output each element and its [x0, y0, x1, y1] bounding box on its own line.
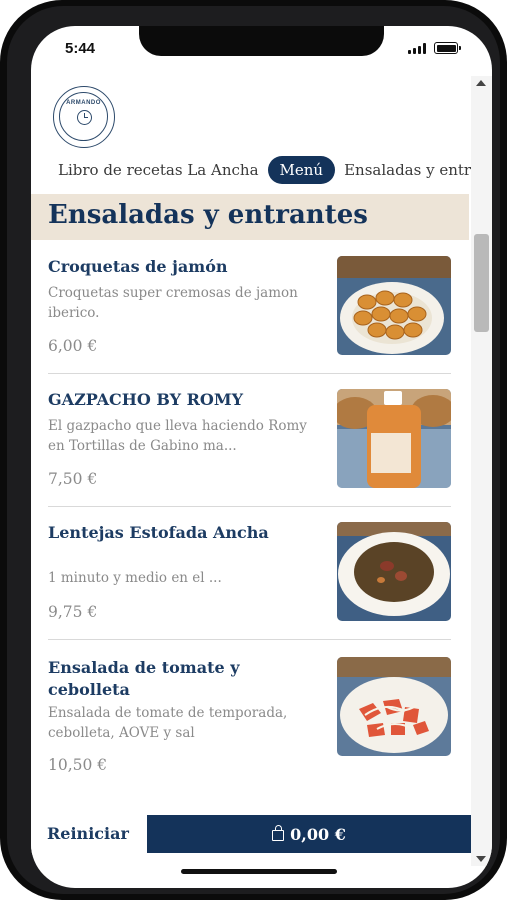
product-description: 1 minuto y medio en el ...	[48, 570, 222, 586]
logo-ring: ARMANDO	[59, 92, 108, 141]
product-item[interactable]: GAZPACHO BY ROMY El gazpacho que lleva h…	[48, 389, 451, 522]
home-indicator	[181, 869, 337, 874]
divider	[48, 506, 451, 507]
divider	[48, 373, 451, 374]
product-name: Croquetas de jamón	[48, 257, 228, 276]
product-price: 6,00 €	[48, 337, 98, 355]
divider	[48, 639, 451, 640]
ensalada-photo[interactable]	[337, 657, 451, 756]
lentejas-photo[interactable]	[337, 522, 451, 621]
product-price: 9,75 €	[48, 603, 98, 621]
product-price: 10,50 €	[48, 756, 108, 774]
product-description: Ensalada de tomate de temporada, cebolle…	[48, 705, 288, 741]
cart-button[interactable]: 0,00 €	[147, 815, 471, 853]
signal-icon	[408, 42, 426, 54]
phone-frame: 5:44 ARMANDO Libro de recetas La Ancha M…	[0, 0, 507, 900]
category-header: Ensaladas y entrantes	[31, 194, 469, 240]
scrollbar[interactable]	[471, 76, 492, 866]
gazpacho-bottle-photo[interactable]	[337, 389, 451, 488]
restaurant-logo[interactable]: ARMANDO	[53, 86, 115, 148]
product-item[interactable]: Croquetas de jamón Croquetas super cremo…	[48, 256, 451, 389]
product-name: GAZPACHO BY ROMY	[48, 390, 243, 409]
phone-bezel: 5:44 ARMANDO Libro de recetas La Ancha M…	[7, 6, 500, 894]
status-icons	[408, 42, 461, 54]
reset-button[interactable]: Reiniciar	[47, 824, 129, 843]
scroll-thumb[interactable]	[474, 234, 489, 332]
tab-ensaladas[interactable]: Ensaladas y entrantes	[335, 161, 471, 179]
status-time: 5:44	[65, 40, 96, 57]
product-item[interactable]: Ensalada de tomate y cebolleta Ensalada …	[48, 657, 451, 790]
tab-recipe-book[interactable]: Libro de recetas La Ancha	[31, 161, 268, 179]
battery-icon	[434, 42, 461, 54]
logo-text: ARMANDO	[66, 100, 101, 106]
scroll-down-icon[interactable]	[476, 856, 486, 862]
product-price: 7,50 €	[48, 470, 98, 488]
product-name: Ensalada de tomate y cebolleta	[48, 658, 240, 699]
category-nav: Libro de recetas La Ancha Menú Ensaladas…	[31, 154, 471, 186]
clock-icon	[77, 110, 92, 125]
product-name: Lentejas Estofada Ancha	[48, 523, 269, 542]
app-screen: 5:44 ARMANDO Libro de recetas La Ancha M…	[31, 26, 492, 888]
croquetas-photo[interactable]	[337, 256, 451, 355]
scroll-up-icon[interactable]	[476, 80, 486, 86]
category-title: Ensaladas y entrantes	[48, 200, 368, 230]
tab-menu[interactable]: Menú	[267, 156, 336, 184]
product-description: El gazpacho que lleva haciendo Romy en T…	[48, 418, 307, 454]
product-description: Croquetas super cremosas de jamon iberic…	[48, 285, 298, 321]
bottom-bar: Reiniciar 0,00 €	[31, 815, 471, 855]
product-item[interactable]: Lentejas Estofada Ancha 1 minuto y medio…	[48, 522, 451, 655]
notch	[139, 26, 384, 56]
cart-total: 0,00 €	[290, 824, 346, 844]
shopping-bag-icon	[272, 825, 285, 841]
